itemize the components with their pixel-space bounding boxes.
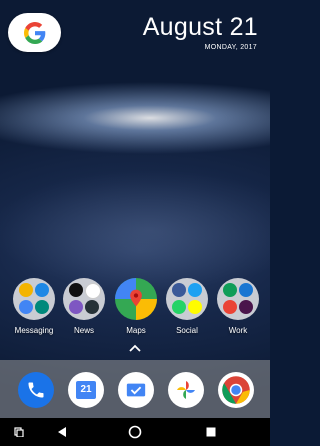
app-maps[interactable]: Maps [112,278,160,335]
work-folder-icon [217,278,259,320]
maps-icon [115,278,157,320]
folder-label: Social [176,326,198,335]
weekday-year-label: MONDAY, 2017 [204,44,257,51]
folder-label: Messaging [14,326,54,335]
calendar-icon[interactable]: 21 [68,372,104,408]
folder-social[interactable]: Social [163,278,211,335]
google-search-widget[interactable] [8,13,61,52]
folder-label: Work [228,326,248,335]
folder-label: News [73,326,94,335]
news-folder-icon [63,278,105,320]
google-g-icon [23,21,45,44]
folder-news[interactable]: News [60,278,108,335]
photos-icon[interactable] [168,372,204,408]
back-icon[interactable] [57,426,67,438]
folder-work[interactable]: Work [214,278,262,335]
recent-apps-icon[interactable] [14,427,24,437]
messaging-folder-icon [13,278,55,320]
app-label: Maps [126,326,146,335]
app-drawer-chevron-icon[interactable] [128,343,142,353]
overview-icon[interactable] [206,427,216,437]
inbox-icon[interactable] [118,372,154,408]
chrome-icon[interactable] [218,372,254,408]
calendar-day: 21 [80,384,92,395]
folder-messaging[interactable]: Messaging [10,278,58,335]
phone-icon[interactable] [18,372,54,408]
social-folder-icon [166,278,208,320]
date-widget[interactable]: August 21 [143,12,258,42]
home-icon[interactable] [128,425,142,439]
